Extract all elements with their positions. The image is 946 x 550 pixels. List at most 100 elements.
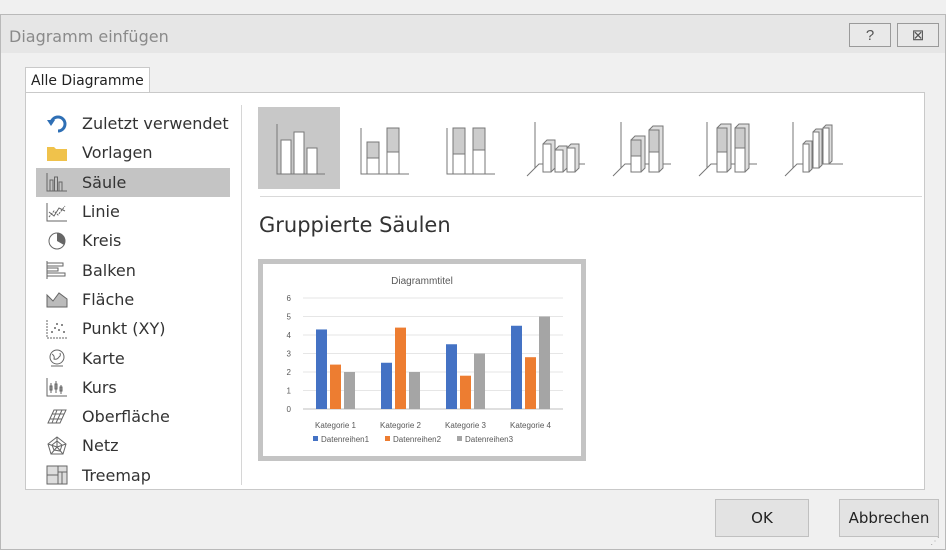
help-icon: ? [865, 26, 875, 44]
x-tick-label: Kategorie 1 [315, 421, 356, 430]
y-tick-label: 2 [287, 368, 292, 377]
pie-chart-icon [44, 230, 70, 252]
sidebar-item-treemap[interactable]: Treemap [36, 461, 230, 490]
chart-bar [525, 357, 536, 409]
chart-bar [381, 362, 392, 409]
legend-swatch [313, 436, 318, 441]
chart-title: Diagrammtitel [391, 276, 453, 287]
sidebar-item-templates[interactable]: Vorlagen [36, 138, 230, 167]
sidebar-item-label: Fläche [82, 289, 135, 309]
sidebar-item-scatter[interactable]: Punkt (XY) [36, 314, 230, 343]
sidebar-item-map[interactable]: Karte [36, 343, 230, 372]
chart-bar [446, 344, 457, 409]
chart-preview: Diagrammtitel 0 1 2 3 4 5 6 Kategorie 1 Kategorie… [258, 259, 586, 461]
folder-icon [44, 142, 70, 164]
sidebar-item-recent[interactable]: Zuletzt verwendet [36, 109, 230, 138]
insert-chart-dialog: Diagramm einfügen ? ⊠ Alle Diagramme Zul… [0, 14, 946, 550]
sidebar-item-label: Oberfläche [82, 407, 170, 427]
chart-bar [539, 316, 550, 409]
tab-all-charts[interactable]: Alle Diagramme [25, 67, 150, 94]
sidebar-item-stock[interactable]: Kurs [36, 373, 230, 402]
chart-bar [344, 372, 355, 409]
legend-swatch [385, 436, 390, 441]
chart-bar [330, 364, 341, 409]
sidebar-item-label: Säule [82, 172, 127, 192]
ok-button[interactable]: OK [715, 499, 809, 537]
column-chart-icon [44, 171, 70, 193]
legend-label: Datenreihen3 [465, 435, 514, 444]
3d-100-stacked-column-icon [698, 122, 757, 177]
chart-bar [460, 375, 471, 409]
3d-clustered-column-icon [526, 122, 585, 177]
sidebar-item-area[interactable]: Fläche [36, 285, 230, 314]
sidebar-item-label: Balken [82, 260, 136, 280]
chart-subtype-gallery [258, 107, 922, 189]
scatter-chart-icon [44, 318, 70, 340]
title-bar: Diagramm einfügen ? ⊠ [1, 15, 945, 53]
sidebar-item-bar[interactable]: Balken [36, 255, 230, 284]
resize-grip-icon[interactable]: ⋰ [930, 537, 941, 547]
stacked-column-icon [360, 127, 409, 175]
sidebar-item-line[interactable]: Linie [36, 197, 230, 226]
gallery-divider [260, 196, 922, 197]
sidebar-item-label: Netz [82, 436, 119, 456]
chart-preview-svg: Diagrammtitel 0 1 2 3 4 5 6 Kategorie 1 Kategorie… [287, 276, 563, 444]
subtype-3d-stacked-column[interactable] [602, 107, 684, 189]
close-button[interactable]: ⊠ [897, 23, 939, 47]
subtype-3d-column[interactable] [774, 107, 856, 189]
3d-column-icon [784, 122, 843, 177]
sidebar-item-label: Karte [82, 348, 125, 368]
3d-stacked-column-icon [612, 122, 671, 177]
sidebar-item-label: Kreis [82, 231, 122, 251]
cancel-button[interactable]: Abbrechen [839, 499, 939, 537]
area-chart-icon [44, 288, 70, 310]
y-tick-label: 6 [287, 294, 292, 303]
chart-bar [409, 372, 420, 409]
sidebar-item-label: Vorlagen [82, 143, 153, 163]
y-tick-label: 1 [287, 387, 292, 396]
x-tick-label: Kategorie 2 [380, 421, 421, 430]
bar-chart-icon [44, 259, 70, 281]
sidebar-item-label: Linie [82, 202, 120, 222]
stock-chart-icon [44, 376, 70, 398]
dialog-title: Diagramm einfügen [9, 27, 169, 46]
help-button[interactable]: ? [849, 23, 891, 47]
100-stacked-column-icon [446, 127, 495, 175]
x-tick-label: Kategorie 4 [510, 421, 551, 430]
treemap-icon [44, 464, 70, 486]
subtype-100-stacked-column[interactable] [430, 107, 512, 189]
surface-chart-icon [44, 406, 70, 428]
subtype-3d-100-stacked-column[interactable] [688, 107, 770, 189]
close-icon: ⊠ [911, 27, 925, 44]
legend-label: Datenreihen2 [393, 435, 442, 444]
sidebar-item-label: Punkt (XY) [82, 319, 166, 339]
dialog-content: Zuletzt verwendet Vorlagen Säule Linie K… [25, 92, 925, 490]
y-tick-label: 5 [287, 313, 292, 322]
chart-bar [395, 327, 406, 409]
sidebar-item-column[interactable]: Säule [36, 167, 230, 197]
x-tick-label: Kategorie 3 [445, 421, 486, 430]
chart-type-list: Zuletzt verwendet Vorlagen Säule Linie K… [36, 109, 230, 490]
subtype-3d-clustered-column[interactable] [516, 107, 598, 189]
sidebar-item-surface[interactable]: Oberfläche [36, 402, 230, 431]
map-globe-icon [44, 347, 70, 369]
subtype-clustered-column[interactable] [258, 107, 340, 189]
sidebar-divider [241, 105, 242, 485]
chart-subtype-title: Gruppierte Säulen [259, 213, 451, 237]
subtype-stacked-column[interactable] [344, 107, 426, 189]
sidebar-item-radar[interactable]: Netz [36, 431, 230, 460]
clustered-column-icon [276, 124, 325, 175]
y-tick-label: 0 [287, 405, 292, 414]
sidebar-item-label: Treemap [82, 465, 151, 485]
chart-bar [511, 325, 522, 409]
chart-bar [474, 353, 485, 409]
y-tick-label: 4 [287, 331, 292, 340]
radar-chart-icon [44, 435, 70, 457]
chart-bar [316, 329, 327, 409]
y-tick-label: 3 [287, 350, 292, 359]
undo-arrow-icon [44, 113, 70, 135]
legend-swatch [457, 436, 462, 441]
sidebar-item-pie[interactable]: Kreis [36, 226, 230, 255]
sidebar-item-label: Kurs [82, 377, 117, 397]
line-chart-icon [44, 201, 70, 223]
